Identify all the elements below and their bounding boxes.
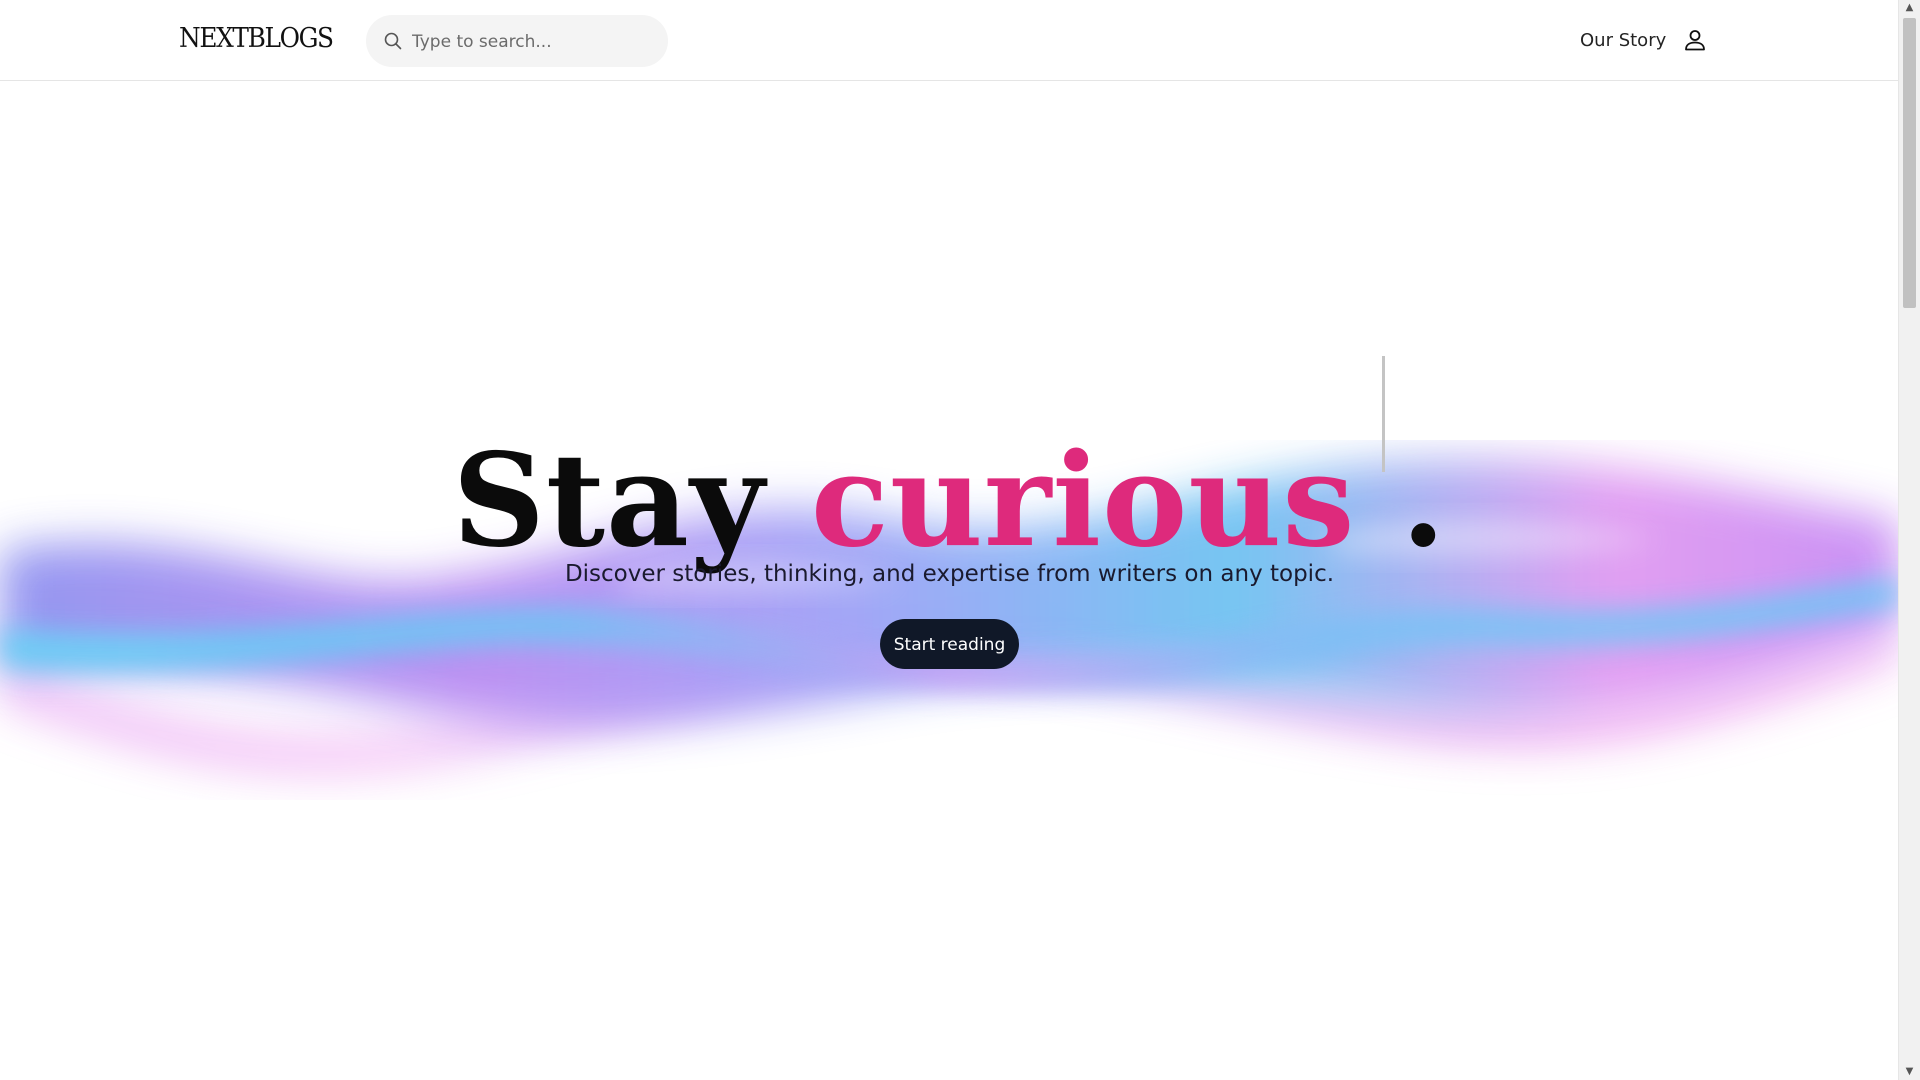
top-navbar: NEXTBLOGS Our Story — [0, 0, 1899, 81]
hero-heading-word-curious: curious — [810, 425, 1356, 576]
typing-cursor — [1382, 356, 1385, 472]
start-reading-button[interactable]: Start reading — [880, 619, 1019, 669]
vertical-scrollbar[interactable]: ▲ ▼ — [1898, 0, 1920, 1080]
search-input[interactable] — [410, 25, 654, 59]
scrollbar-thumb[interactable] — [1903, 18, 1916, 308]
search-icon — [384, 32, 402, 50]
page: NEXTBLOGS Our Story — [0, 0, 1920, 1080]
scroll-up-arrow-icon[interactable]: ▲ — [1899, 0, 1920, 16]
search-box[interactable] — [366, 15, 668, 67]
user-icon[interactable] — [1683, 28, 1707, 52]
hero-heading: Stay curious . — [0, 426, 1899, 576]
site-logo[interactable]: NEXTBLOGS — [179, 22, 334, 56]
hero-heading-period: . — [1355, 425, 1447, 576]
hero-heading-word-stay: Stay — [452, 425, 766, 576]
scroll-down-arrow-icon[interactable]: ▼ — [1899, 1064, 1920, 1080]
nav-link-our-story[interactable]: Our Story — [1580, 28, 1666, 54]
hero-subtitle: Discover stories, thinking, and expertis… — [564, 561, 1335, 587]
